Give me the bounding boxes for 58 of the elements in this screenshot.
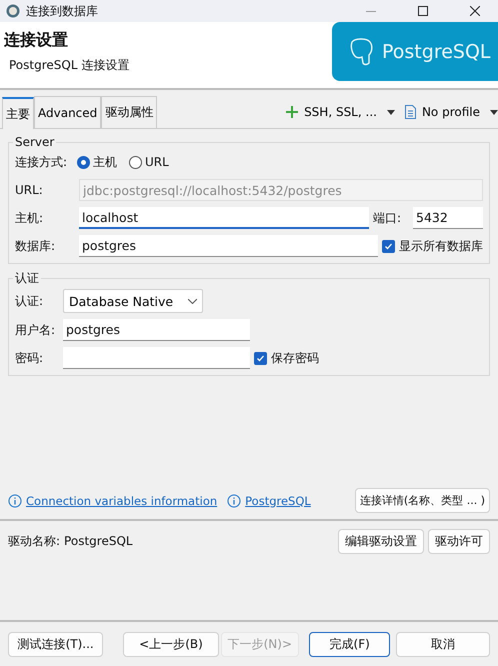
caret-icon bbox=[490, 110, 498, 114]
page-subtitle: PostgreSQL 连接设置 bbox=[8, 57, 130, 74]
driver-button[interactable]: 编辑驱动设置 bbox=[338, 528, 424, 554]
auth-dropdown[interactable]: Database Native bbox=[63, 289, 203, 313]
window-title: 连接到数据库 bbox=[26, 2, 99, 20]
field-label: URL: bbox=[15, 183, 44, 197]
info-icon bbox=[227, 494, 242, 508]
dialog-button[interactable]: 完成(F) bbox=[309, 632, 390, 656]
field-label: 认证: bbox=[15, 292, 44, 310]
connection-details-button[interactable]: 连接详情(名称、类型 ... ) bbox=[354, 488, 490, 513]
field-label: 数据库: bbox=[15, 238, 56, 254]
checkmark-icon bbox=[256, 354, 265, 362]
checkbox-label: 保存密码 bbox=[271, 350, 319, 366]
document-icon bbox=[404, 105, 416, 119]
host-field[interactable]: localhost bbox=[79, 207, 369, 229]
dialog-button[interactable]: 测试连接(T)... bbox=[8, 632, 104, 656]
checkmark-icon bbox=[384, 242, 393, 250]
toolbar-button[interactable]: SSH, SSL, ... bbox=[282, 105, 381, 119]
radio-label: URL bbox=[145, 155, 169, 169]
driver-button[interactable]: 驱动许可 bbox=[428, 528, 490, 554]
field-label: 密码: bbox=[15, 350, 44, 366]
group-title: 认证 bbox=[14, 270, 40, 287]
elephant-icon bbox=[348, 38, 374, 66]
field-label: 端口: bbox=[373, 210, 402, 226]
password-field[interactable] bbox=[63, 347, 250, 369]
dialog-button[interactable]: <上一步(B) bbox=[123, 632, 219, 656]
plus-icon bbox=[286, 106, 298, 118]
app-icon bbox=[6, 4, 20, 18]
radio-label: 主机 bbox=[93, 154, 117, 170]
field-label: 用户名: bbox=[15, 322, 56, 338]
field-label: 连接方式: bbox=[15, 154, 68, 170]
radio-button[interactable] bbox=[129, 156, 142, 168]
logo-text: PostgreSQL bbox=[382, 40, 490, 62]
checkbox-label: 显示所有数据库 bbox=[399, 238, 483, 254]
page-title: 连接设置 bbox=[4, 30, 69, 51]
maximize-icon bbox=[418, 6, 428, 16]
tab[interactable]: 主要 bbox=[2, 97, 34, 129]
caret-icon bbox=[386, 110, 395, 114]
driver-label: 驱动名称: bbox=[8, 532, 60, 550]
group-title: Server bbox=[14, 135, 56, 149]
checkbox[interactable] bbox=[382, 240, 395, 252]
dialog-button[interactable]: 取消 bbox=[396, 632, 490, 656]
tab[interactable]: Advanced bbox=[34, 96, 102, 128]
driver-name: PostgreSQL bbox=[64, 534, 133, 548]
chevron-icon bbox=[188, 298, 197, 304]
link[interactable]: Connection variables information bbox=[26, 494, 218, 508]
port-field[interactable]: 5432 bbox=[413, 207, 483, 229]
field-label: 主机: bbox=[15, 210, 44, 226]
checkbox[interactable] bbox=[254, 352, 267, 364]
info-icon bbox=[8, 494, 22, 508]
tab[interactable]: 驱动属性 bbox=[101, 96, 158, 128]
username-field[interactable]: postgres bbox=[63, 319, 250, 341]
radio-button[interactable] bbox=[77, 156, 90, 168]
link[interactable]: PostgreSQL bbox=[245, 494, 311, 508]
database-field[interactable]: postgres bbox=[79, 235, 378, 257]
close-icon bbox=[470, 6, 480, 16]
toolbar-button[interactable]: No profile bbox=[400, 105, 484, 119]
minimize-icon bbox=[366, 10, 376, 12]
